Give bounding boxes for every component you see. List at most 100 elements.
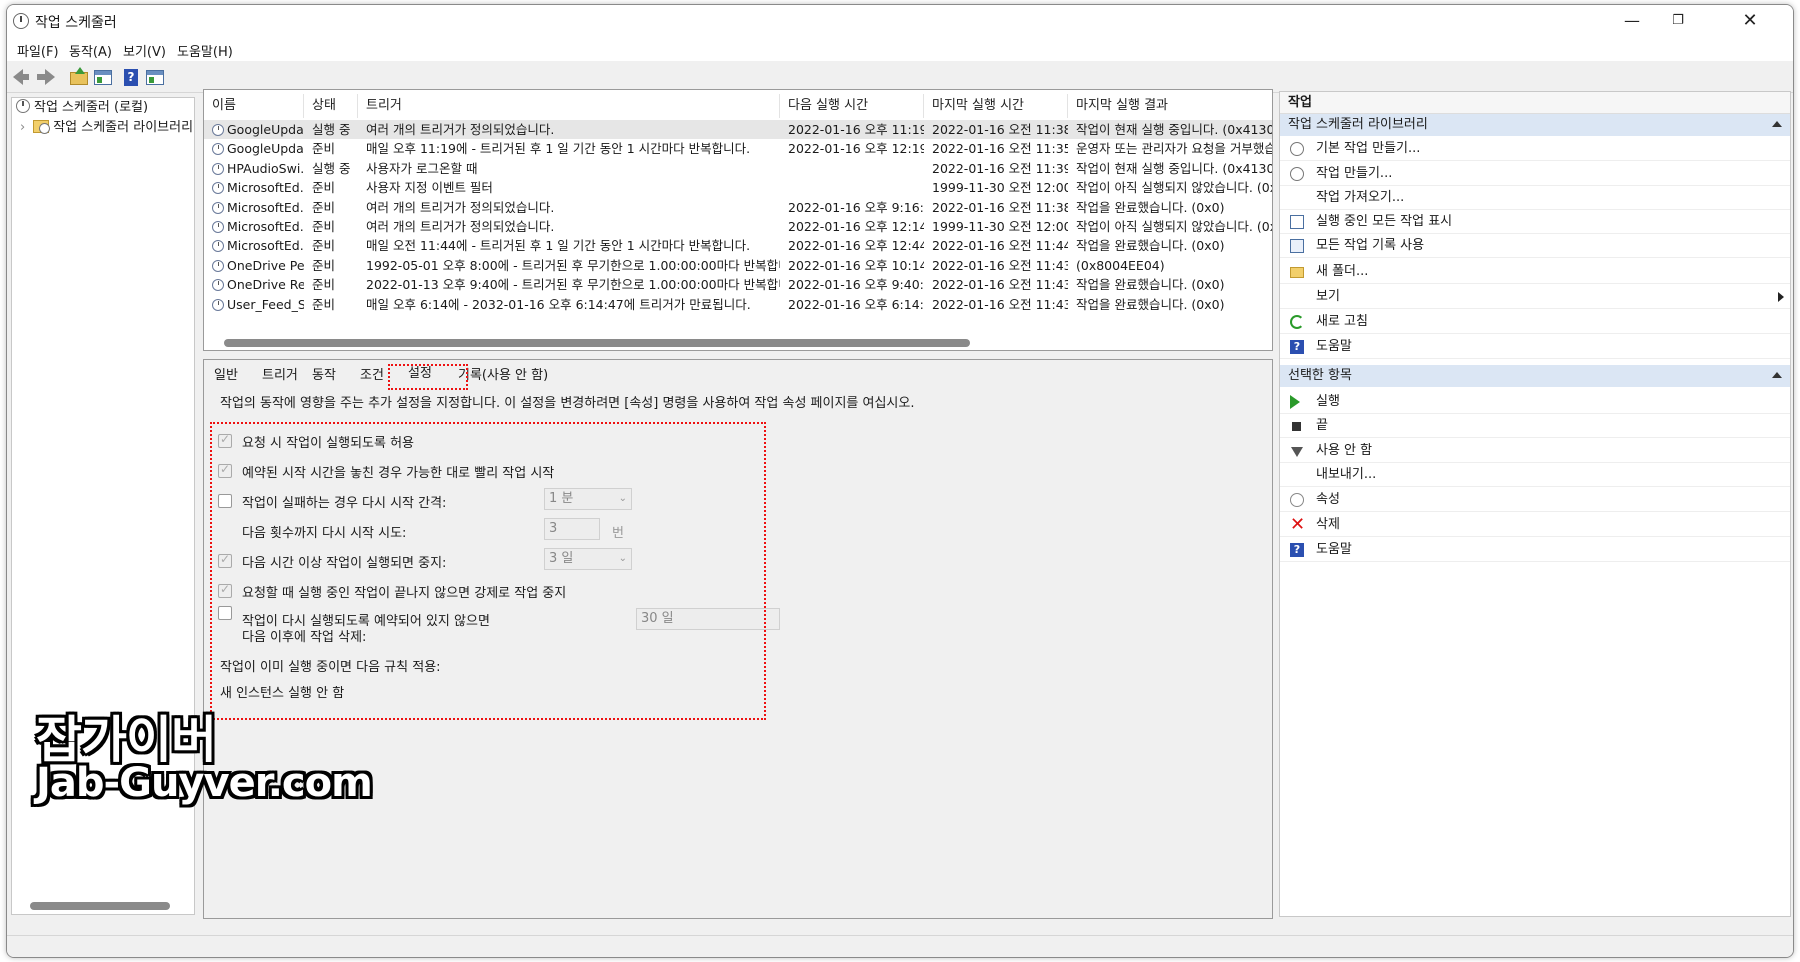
actions-group-library[interactable]: 작업 스케줄러 라이브러리: [1280, 114, 1790, 136]
table-row[interactable]: OneDrive Pe... 준비 1992-05-01 오후 8:00에 - 트리…: [204, 256, 1272, 275]
table-cell: 준비: [312, 238, 336, 254]
menu-action[interactable]: 동작(A): [69, 41, 112, 60]
table-cell: 1992-05-01 오후 8:00에 - 트리거된 후 무기한으로 1.00:…: [366, 257, 780, 273]
table-cell: User_Feed_S...: [204, 295, 304, 314]
action-disable[interactable]: 사용 안 함: [1280, 439, 1790, 463]
expand-chevron-icon[interactable]: ›: [20, 120, 25, 135]
action-end[interactable]: 끝: [1280, 414, 1790, 438]
task-list-horizontal-scrollbar[interactable]: [206, 336, 1270, 348]
table-row[interactable]: User_Feed_S... 준비 매일 오후 6:14에 - 2032-01-16…: [204, 295, 1272, 314]
task-clock-icon: [212, 279, 224, 292]
column-next-run[interactable]: 다음 실행 시간: [780, 94, 924, 118]
show-hide-tree-button[interactable]: [93, 68, 113, 86]
help-button[interactable]: ?: [121, 68, 141, 86]
task-clock-icon: [212, 182, 224, 195]
up-folder-button[interactable]: [69, 67, 89, 86]
back-button[interactable]: [13, 68, 33, 86]
table-row[interactable]: MicrosoftEd... 준비 여러 개의 트리거가 정의되었습니다. 2022-…: [204, 217, 1272, 236]
table-cell: 2022-01-16 오후 12:44:08: [788, 238, 924, 254]
action-create-basic-task[interactable]: 기본 작업 만들기...: [1280, 137, 1790, 161]
menu-view[interactable]: 보기(V): [123, 41, 166, 60]
table-row[interactable]: MicrosoftEd... 준비 여러 개의 트리거가 정의되었습니다. 2022-…: [204, 198, 1272, 217]
action-new-folder[interactable]: 새 폴더...: [1280, 260, 1790, 284]
history-icon: [1290, 239, 1304, 253]
table-cell: 여러 개의 트리거가 정의되었습니다.: [366, 219, 555, 234]
action-pane-button[interactable]: [145, 68, 165, 86]
action-help[interactable]: ? 도움말: [1280, 335, 1790, 359]
action-help-selected[interactable]: ? 도움말: [1280, 538, 1790, 562]
table-cell: GoogleUpda...: [204, 120, 304, 139]
help-icon: ?: [1290, 340, 1304, 354]
folder-up-icon: [70, 67, 88, 85]
tree-item-local[interactable]: 작업 스케줄러 (로컬): [16, 98, 148, 118]
action-export[interactable]: 내보내기...: [1280, 463, 1790, 487]
column-status[interactable]: 상태: [304, 94, 358, 118]
action-delete[interactable]: ✕ 삭제: [1280, 513, 1790, 537]
collapse-icon[interactable]: [1772, 121, 1782, 127]
table-cell: 2022-01-16 오후 11:19:36: [788, 122, 924, 137]
task-clock-icon: [212, 298, 224, 311]
table-cell: 실행 중: [312, 122, 351, 137]
column-last-run[interactable]: 마지막 실행 시간: [924, 94, 1068, 118]
column-last-result[interactable]: 마지막 실행 결과: [1068, 94, 1272, 118]
action-view[interactable]: 보기: [1280, 285, 1790, 309]
task-clock-icon: [212, 259, 224, 272]
table-cell: 매일 오전 11:44에 - 트리거된 후 1 일 기간 동안 1 시간마다 반…: [366, 238, 751, 254]
actions-group-selected[interactable]: 선택한 항목: [1280, 365, 1790, 387]
clock-icon: [16, 99, 30, 113]
table-row[interactable]: OneDrive Re... 준비 2022-01-13 오후 9:40에 - 트리…: [204, 275, 1272, 294]
column-trigger[interactable]: 트리거: [358, 94, 780, 118]
restore-button[interactable]: ❐: [1655, 5, 1701, 37]
close-button[interactable]: ✕: [1727, 5, 1773, 37]
tab-conditions[interactable]: 조건: [360, 364, 384, 383]
highlight-settings-tab: [388, 364, 468, 390]
detail-tabs: 일반 트리거 동작 조건 설정 기록(사용 안 함): [204, 360, 1272, 386]
table-cell: 2022-01-16 오후 10:14:28: [788, 257, 924, 273]
tree-item-library[interactable]: › 작업 스케줄러 라이브러리: [20, 118, 193, 138]
action-import-task[interactable]: 작업 가져오기...: [1280, 186, 1790, 210]
clock-icon: [13, 13, 29, 29]
table-cell: 2022-01-16 오후 12:14:08: [788, 219, 924, 234]
action-display-running-tasks[interactable]: 실행 중인 모든 작업 표시: [1280, 210, 1790, 234]
tab-actions[interactable]: 동작: [312, 364, 336, 383]
menu-help[interactable]: 도움말(H): [177, 41, 233, 60]
action-create-task[interactable]: 작업 만들기...: [1280, 162, 1790, 186]
action-properties[interactable]: 속성: [1280, 488, 1790, 512]
table-cell: 매일 오후 11:19에 - 트리거된 후 1 일 기간 동안 1 시간마다 반…: [366, 141, 751, 157]
table-row[interactable]: MicrosoftEd... 준비 사용자 지정 이벤트 필터 1999-11-30 …: [204, 178, 1272, 197]
watermark-english: Jab-Guyver.com: [36, 760, 373, 806]
table-row[interactable]: GoogleUpda... 준비 매일 오후 11:19에 - 트리거된 후 1 일…: [204, 139, 1272, 158]
task-clock-icon: [212, 221, 224, 233]
action-enable-history[interactable]: 모든 작업 기록 사용: [1280, 234, 1790, 258]
action-refresh[interactable]: 새로 고침: [1280, 310, 1790, 334]
task-clock-icon: [212, 201, 224, 214]
table-row[interactable]: HPAudioSwi... 실행 중 사용자가 로그온할 때 2022-01-16 오…: [204, 159, 1272, 178]
table-cell: OneDrive Pe...: [204, 256, 304, 275]
table-cell: 2022-01-16 오전 11:35:14: [932, 141, 1068, 157]
tree-horizontal-scrollbar[interactable]: [30, 902, 170, 910]
tab-triggers[interactable]: 트리거: [262, 364, 298, 383]
table-cell: 작업을 완료했습니다. (0x0): [1076, 199, 1225, 215]
table-cell: 2022-01-16 오후 6:14:47: [788, 296, 924, 312]
folder-clock-icon: [33, 120, 51, 134]
collapse-icon[interactable]: [1772, 372, 1782, 378]
table-cell: 여러 개의 트리거가 정의되었습니다.: [366, 199, 555, 215]
action-run[interactable]: 실행: [1280, 390, 1790, 414]
table-row[interactable]: MicrosoftEd... 준비 매일 오전 11:44에 - 트리거된 후 1 …: [204, 236, 1272, 255]
task-clock-icon: [212, 162, 224, 175]
scrollbar-thumb[interactable]: [224, 339, 970, 347]
table-row[interactable]: GoogleUpda... 실행 중 여러 개의 트리거가 정의되었습니다. 2022…: [204, 120, 1272, 139]
tab-history[interactable]: 기록(사용 안 함): [458, 364, 548, 383]
folder-icon: [1290, 267, 1304, 278]
table-cell: 2022-01-16 오후 9:40:11: [788, 277, 924, 293]
minimize-button[interactable]: —: [1609, 5, 1655, 37]
wizard-clock-icon: [1290, 142, 1304, 156]
task-clock-icon: [212, 143, 224, 156]
tab-general[interactable]: 일반: [214, 364, 238, 383]
task-list: 이름 상태 트리거 다음 실행 시간 마지막 실행 시간 마지막 실행 결과 G…: [203, 89, 1273, 351]
table-cell: 작업이 아직 실행되지 않았습니다. (0x41303): [1076, 180, 1272, 196]
play-icon: [1290, 395, 1300, 409]
column-name[interactable]: 이름: [204, 94, 304, 118]
menu-file[interactable]: 파일(F): [17, 41, 59, 60]
forward-button[interactable]: [37, 68, 57, 86]
